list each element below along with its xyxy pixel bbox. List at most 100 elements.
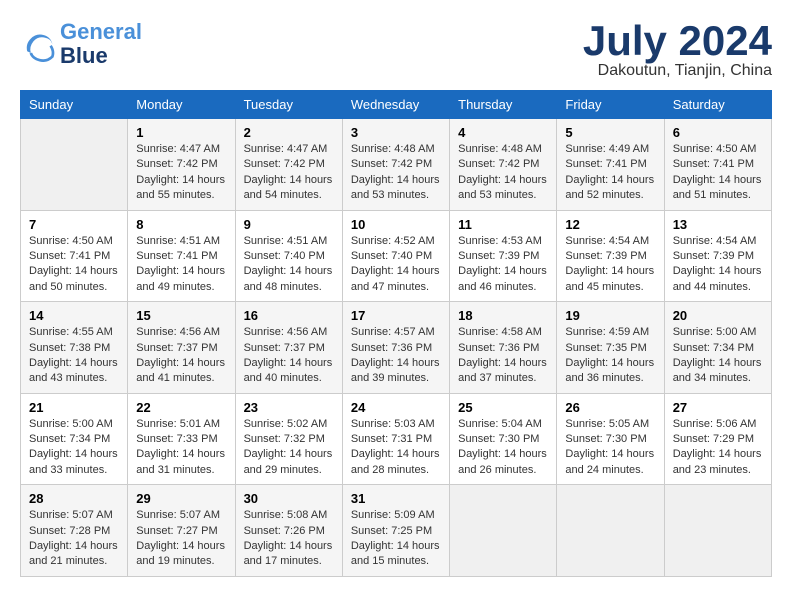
day-number: 22 [136,400,226,415]
day-info: Sunrise: 4:59 AM Sunset: 7:35 PM Dayligh… [565,325,655,387]
day-info: Sunrise: 5:05 AM Sunset: 7:30 PM Dayligh… [565,417,655,479]
day-number: 1 [136,125,226,140]
calendar-cell: 25Sunrise: 5:04 AM Sunset: 7:30 PM Dayli… [450,393,557,485]
calendar-cell: 8 Sunrise: 4:51 AM Sunset: 7:41 PM Daylig… [128,210,235,302]
calendar-table: SundayMondayTuesdayWednesdayThursdayFrid… [20,90,772,577]
day-number: 16 [244,308,334,323]
calendar-cell: 6Sunrise: 4:50 AM Sunset: 7:41 PM Daylig… [664,119,771,211]
day-info: Sunrise: 4:53 AM Sunset: 7:39 PM Dayligh… [458,234,548,296]
calendar-cell: 9 Sunrise: 4:51 AM Sunset: 7:40 PM Daylig… [235,210,342,302]
day-info: Sunrise: 4:54 AM Sunset: 7:39 PM Dayligh… [565,234,655,296]
day-info: Sunrise: 4:55 AM Sunset: 7:38 PM Dayligh… [29,325,119,387]
day-number: 18 [458,308,548,323]
calendar-cell: 4Sunrise: 4:48 AM Sunset: 7:42 PM Daylig… [450,119,557,211]
day-number: 9 [244,217,334,232]
weekday-header-thursday: Thursday [450,91,557,119]
calendar-cell: 20 Sunrise: 5:00 AM Sunset: 7:34 PM Dayli… [664,302,771,394]
day-number: 19 [565,308,655,323]
day-info: Sunrise: 4:56 AM Sunset: 7:37 PM Dayligh… [136,325,226,387]
weekday-header-friday: Friday [557,91,664,119]
calendar-cell: 29 Sunrise: 5:07 AM Sunset: 7:27 PM Dayli… [128,485,235,577]
day-info: Sunrise: 5:08 AM Sunset: 7:26 PM Dayligh… [244,508,334,570]
calendar-cell: 27 Sunrise: 5:06 AM Sunset: 7:29 PM Dayli… [664,393,771,485]
calendar-cell: 12Sunrise: 4:54 AM Sunset: 7:39 PM Dayli… [557,210,664,302]
day-number: 14 [29,308,119,323]
calendar-cell: 5 Sunrise: 4:49 AM Sunset: 7:41 PM Daylig… [557,119,664,211]
day-info: Sunrise: 4:51 AM Sunset: 7:41 PM Dayligh… [136,234,226,296]
day-info: Sunrise: 4:54 AM Sunset: 7:39 PM Dayligh… [673,234,763,296]
day-info: Sunrise: 4:50 AM Sunset: 7:41 PM Dayligh… [29,234,119,296]
title-area: July 2024 Dakoutun, Tianjin, China [583,20,772,80]
day-number: 29 [136,491,226,506]
week-row-1: 1 Sunrise: 4:47 AM Sunset: 7:42 PM Daylig… [21,119,772,211]
day-info: Sunrise: 5:09 AM Sunset: 7:25 PM Dayligh… [351,508,441,570]
calendar-cell: 17 Sunrise: 4:57 AM Sunset: 7:36 PM Dayli… [342,302,449,394]
calendar-cell: 7 Sunrise: 4:50 AM Sunset: 7:41 PM Daylig… [21,210,128,302]
calendar-cell: 28Sunrise: 5:07 AM Sunset: 7:28 PM Dayli… [21,485,128,577]
day-info: Sunrise: 5:01 AM Sunset: 7:33 PM Dayligh… [136,417,226,479]
day-number: 15 [136,308,226,323]
day-info: Sunrise: 5:07 AM Sunset: 7:27 PM Dayligh… [136,508,226,570]
day-number: 13 [673,217,763,232]
day-number: 17 [351,308,441,323]
day-number: 8 [136,217,226,232]
week-row-3: 14 Sunrise: 4:55 AM Sunset: 7:38 PM Dayli… [21,302,772,394]
calendar-cell: 18 Sunrise: 4:58 AM Sunset: 7:36 PM Dayli… [450,302,557,394]
calendar-cell: 31 Sunrise: 5:09 AM Sunset: 7:25 PM Dayli… [342,485,449,577]
calendar-cell: 22 Sunrise: 5:01 AM Sunset: 7:33 PM Dayli… [128,393,235,485]
day-number: 3 [351,125,441,140]
day-number: 26 [565,400,655,415]
day-info: Sunrise: 4:57 AM Sunset: 7:36 PM Dayligh… [351,325,441,387]
day-number: 31 [351,491,441,506]
calendar-cell [557,485,664,577]
calendar-cell: 11Sunrise: 4:53 AM Sunset: 7:39 PM Dayli… [450,210,557,302]
day-info: Sunrise: 4:48 AM Sunset: 7:42 PM Dayligh… [351,142,441,204]
day-info: Sunrise: 5:06 AM Sunset: 7:29 PM Dayligh… [673,417,763,479]
day-info: Sunrise: 4:49 AM Sunset: 7:41 PM Dayligh… [565,142,655,204]
calendar-cell [664,485,771,577]
weekday-header-row: SundayMondayTuesdayWednesdayThursdayFrid… [21,91,772,119]
calendar-cell: 1 Sunrise: 4:47 AM Sunset: 7:42 PM Daylig… [128,119,235,211]
weekday-header-wednesday: Wednesday [342,91,449,119]
day-number: 5 [565,125,655,140]
weekday-header-sunday: Sunday [21,91,128,119]
calendar-cell: 23Sunrise: 5:02 AM Sunset: 7:32 PM Dayli… [235,393,342,485]
day-number: 30 [244,491,334,506]
calendar-cell: 13 Sunrise: 4:54 AM Sunset: 7:39 PM Dayli… [664,210,771,302]
calendar-cell: 24 Sunrise: 5:03 AM Sunset: 7:31 PM Dayli… [342,393,449,485]
week-row-4: 21 Sunrise: 5:00 AM Sunset: 7:34 PM Dayli… [21,393,772,485]
day-info: Sunrise: 4:58 AM Sunset: 7:36 PM Dayligh… [458,325,548,387]
calendar-cell: 15 Sunrise: 4:56 AM Sunset: 7:37 PM Dayli… [128,302,235,394]
logo: GeneralBlue [20,20,142,68]
calendar-cell: 26 Sunrise: 5:05 AM Sunset: 7:30 PM Dayli… [557,393,664,485]
day-info: Sunrise: 5:03 AM Sunset: 7:31 PM Dayligh… [351,417,441,479]
day-info: Sunrise: 4:52 AM Sunset: 7:40 PM Dayligh… [351,234,441,296]
week-row-5: 28Sunrise: 5:07 AM Sunset: 7:28 PM Dayli… [21,485,772,577]
month-title: July 2024 [583,20,772,62]
week-row-2: 7 Sunrise: 4:50 AM Sunset: 7:41 PM Daylig… [21,210,772,302]
calendar-cell: 16Sunrise: 4:56 AM Sunset: 7:37 PM Dayli… [235,302,342,394]
calendar-cell: 14 Sunrise: 4:55 AM Sunset: 7:38 PM Dayli… [21,302,128,394]
day-info: Sunrise: 4:51 AM Sunset: 7:40 PM Dayligh… [244,234,334,296]
day-info: Sunrise: 4:47 AM Sunset: 7:42 PM Dayligh… [244,142,334,204]
day-number: 24 [351,400,441,415]
day-number: 7 [29,217,119,232]
weekday-header-tuesday: Tuesday [235,91,342,119]
day-info: Sunrise: 5:00 AM Sunset: 7:34 PM Dayligh… [29,417,119,479]
day-number: 21 [29,400,119,415]
calendar-cell: 2Sunrise: 4:47 AM Sunset: 7:42 PM Daylig… [235,119,342,211]
weekday-header-saturday: Saturday [664,91,771,119]
calendar-cell: 21 Sunrise: 5:00 AM Sunset: 7:34 PM Dayli… [21,393,128,485]
weekday-header-monday: Monday [128,91,235,119]
calendar-cell [450,485,557,577]
logo-text: GeneralBlue [60,20,142,68]
page-header: GeneralBlue July 2024 Dakoutun, Tianjin,… [20,20,772,80]
calendar-cell: 10Sunrise: 4:52 AM Sunset: 7:40 PM Dayli… [342,210,449,302]
day-info: Sunrise: 4:47 AM Sunset: 7:42 PM Dayligh… [136,142,226,204]
day-info: Sunrise: 4:50 AM Sunset: 7:41 PM Dayligh… [673,142,763,204]
day-info: Sunrise: 5:00 AM Sunset: 7:34 PM Dayligh… [673,325,763,387]
calendar-cell: 19 Sunrise: 4:59 AM Sunset: 7:35 PM Dayli… [557,302,664,394]
day-info: Sunrise: 5:07 AM Sunset: 7:28 PM Dayligh… [29,508,119,570]
day-number: 20 [673,308,763,323]
day-number: 27 [673,400,763,415]
